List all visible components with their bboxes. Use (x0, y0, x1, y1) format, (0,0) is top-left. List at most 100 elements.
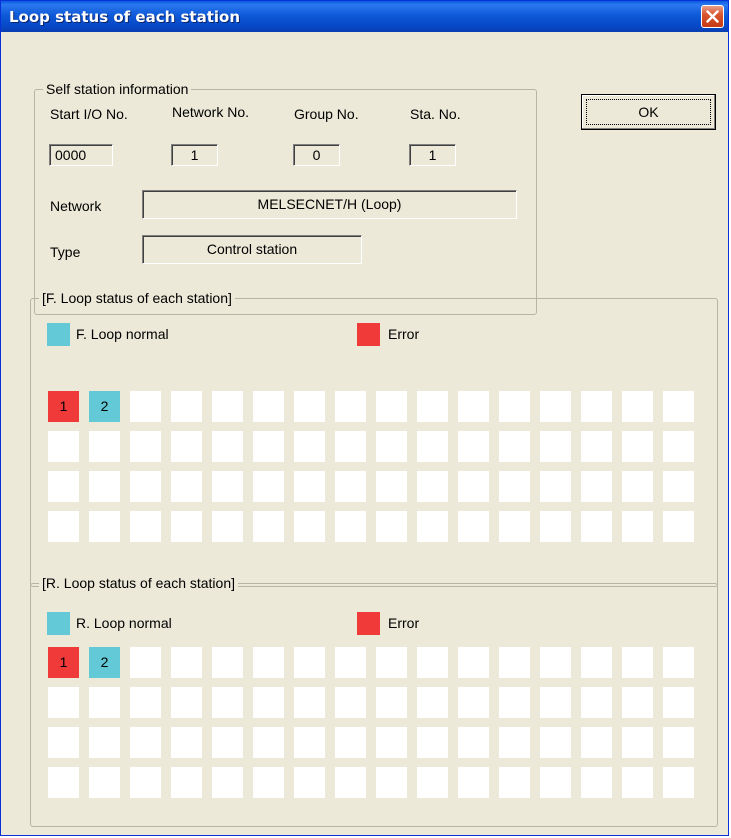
type-label: Type (50, 244, 81, 260)
f-loop-station-cell (581, 431, 612, 462)
r-loop-station-cell (212, 727, 243, 758)
r-loop-station-cell (376, 767, 407, 798)
f-loop-station-cell (622, 391, 653, 422)
r-loop-station-cell (581, 647, 612, 678)
f-loop-normal-label: F. Loop normal (76, 326, 169, 342)
r-loop-station-cell (540, 727, 571, 758)
f-loop-station-cell (253, 431, 284, 462)
r-loop-station-cell (335, 687, 366, 718)
r-loop-station-cell (253, 767, 284, 798)
r-loop-station-cell (253, 727, 284, 758)
f-loop-station-cell (89, 511, 120, 542)
f-loop-station-cell (335, 431, 366, 462)
r-loop-station-cell (581, 727, 612, 758)
f-loop-station-cell (212, 511, 243, 542)
f-loop-station-cell (540, 431, 571, 462)
r-loop-station-cell (622, 687, 653, 718)
group-no-field: 0 (293, 144, 340, 166)
f-loop-station-cell (48, 471, 79, 502)
r-loop-station-cell (89, 727, 120, 758)
r-loop-station-cell (581, 767, 612, 798)
r-loop-station-cell (417, 687, 448, 718)
f-loop-station-cell (130, 391, 161, 422)
start-io-field: 0000 (49, 144, 113, 166)
f-loop-station-cell (376, 511, 407, 542)
f-loop-station-cell (540, 471, 571, 502)
r-loop-error-swatch (357, 612, 380, 635)
f-loop-station-cell (294, 391, 325, 422)
r-loop-station-cell (458, 687, 489, 718)
r-loop-station-cell (294, 687, 325, 718)
r-loop-station-cell (540, 647, 571, 678)
r-loop-station-cell (663, 727, 694, 758)
r-loop-station-cell (48, 767, 79, 798)
r-loop-station-cell (540, 687, 571, 718)
self-station-group: Self station information Start I/O No. N… (34, 81, 537, 315)
r-loop-station-cell (499, 727, 530, 758)
r-loop-station-cell (294, 647, 325, 678)
r-loop-station-cell (89, 767, 120, 798)
f-loop-station-cell (581, 471, 612, 502)
f-loop-station-cell (294, 431, 325, 462)
f-loop-station-cell (376, 471, 407, 502)
r-loop-station-cell (458, 727, 489, 758)
group-no-label: Group No. (294, 106, 359, 122)
r-loop-station-cell (376, 727, 407, 758)
f-loop-error-swatch (357, 323, 380, 346)
ok-button[interactable]: OK (581, 94, 716, 130)
dialog-window: Loop status of each station Self station… (0, 0, 729, 836)
r-loop-station-cell (663, 687, 694, 718)
f-loop-station-cell (663, 471, 694, 502)
r-loop-station-cell (130, 727, 161, 758)
sta-no-label: Sta. No. (410, 106, 461, 122)
r-loop-station-cell: 1 (48, 647, 79, 678)
network-field: MELSECNET/H (Loop) (142, 190, 517, 219)
r-loop-normal-label: R. Loop normal (76, 615, 172, 631)
f-loop-station-cell (499, 431, 530, 462)
network-no-field: 1 (171, 144, 218, 166)
f-loop-station-cell (171, 431, 202, 462)
f-loop-group: [F. Loop status of each station] F. Loop… (30, 290, 718, 587)
f-loop-station-cell (581, 391, 612, 422)
self-station-legend: Self station information (43, 81, 192, 97)
r-loop-normal-swatch (47, 612, 70, 635)
f-loop-station-cell (212, 471, 243, 502)
f-loop-station-cell (171, 391, 202, 422)
f-loop-station-cell: 2 (89, 391, 120, 422)
window-title: Loop status of each station (9, 8, 241, 26)
sta-no-field: 1 (409, 144, 456, 166)
f-loop-station-cell (130, 511, 161, 542)
f-loop-normal-swatch (47, 323, 70, 346)
r-loop-station-cell (130, 687, 161, 718)
r-loop-station-cell (130, 767, 161, 798)
f-loop-station-cell (212, 391, 243, 422)
f-loop-station-cell (294, 471, 325, 502)
f-loop-station-cell (335, 511, 366, 542)
dialog-client-area: Self station information Start I/O No. N… (4, 32, 725, 832)
f-loop-station-cell (417, 511, 448, 542)
close-button[interactable] (701, 5, 724, 28)
r-loop-station-cell (376, 647, 407, 678)
r-loop-station-cell (376, 687, 407, 718)
f-loop-station-cell (130, 431, 161, 462)
f-loop-station-cell (663, 511, 694, 542)
r-loop-station-cell (48, 687, 79, 718)
f-loop-station-cell (376, 431, 407, 462)
r-loop-station-cell (622, 727, 653, 758)
r-loop-station-cell (171, 767, 202, 798)
title-bar[interactable]: Loop status of each station (1, 1, 728, 32)
r-loop-station-cell (663, 647, 694, 678)
r-loop-station-cell (458, 767, 489, 798)
f-loop-station-cell (212, 431, 243, 462)
f-loop-station-cell (663, 431, 694, 462)
f-loop-station-cell (171, 511, 202, 542)
r-loop-station-cell (89, 687, 120, 718)
r-loop-station-cell (253, 647, 284, 678)
r-loop-station-cell (335, 647, 366, 678)
f-loop-station-cell (294, 511, 325, 542)
r-loop-station-cell (622, 767, 653, 798)
f-loop-station-cell (499, 391, 530, 422)
network-no-label: Network No. (172, 104, 250, 120)
f-loop-station-cell (335, 391, 366, 422)
r-loop-station-cell (253, 687, 284, 718)
